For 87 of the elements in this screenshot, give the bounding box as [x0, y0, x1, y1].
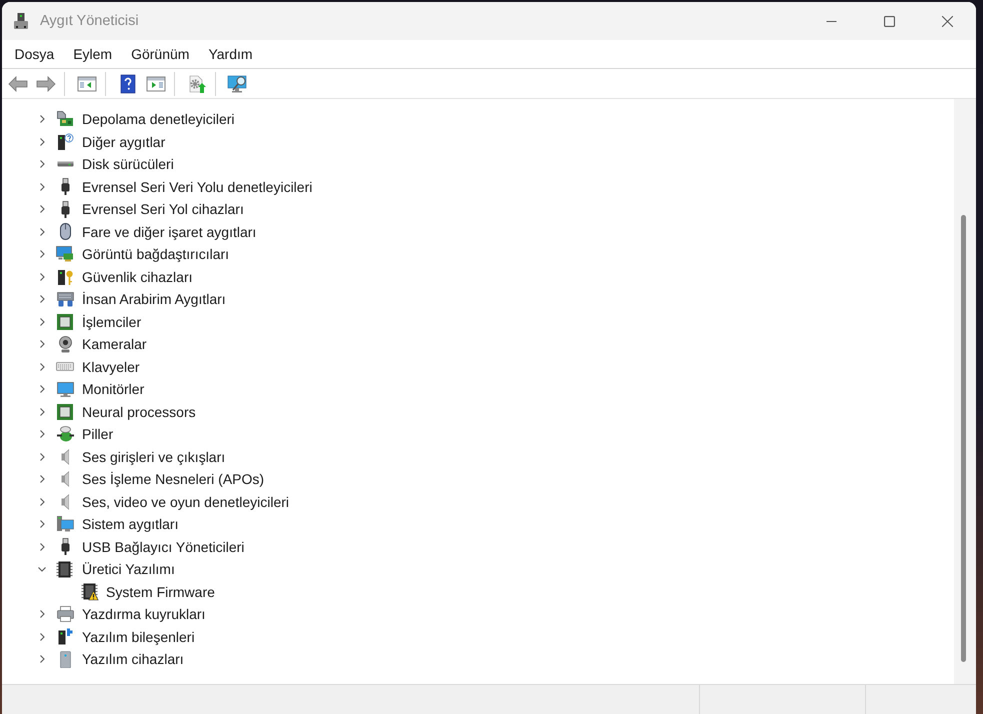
minimize-icon — [826, 20, 836, 22]
speaker-icon — [60, 448, 70, 465]
window-title: Aygıt Yöneticisi — [40, 13, 139, 29]
chevron-right-icon[interactable] — [37, 226, 47, 237]
help-icon — [118, 74, 138, 94]
close-icon — [942, 16, 952, 26]
chevron-right-icon[interactable] — [37, 136, 47, 147]
tree-item[interactable]: Kameralar — [82, 335, 147, 354]
speaker-icon — [60, 471, 70, 488]
tree-item[interactable]: Diğer aygıtlar — [82, 132, 166, 151]
tree-item[interactable]: Üretici Yazılımı — [82, 560, 175, 578]
printer-icon — [56, 606, 74, 622]
input-device-icon — [56, 292, 74, 307]
storage-board-icon — [56, 110, 74, 128]
menu-item[interactable]: Görünüm — [122, 43, 199, 65]
speaker-icon — [60, 494, 70, 510]
chevron-right-icon[interactable] — [37, 114, 47, 124]
tree-item[interactable]: İşlemciler — [82, 312, 142, 331]
tree-item[interactable]: Yazdırma kuyrukları — [82, 605, 206, 624]
mouse-icon — [60, 223, 70, 240]
monitor-magnifier-icon — [227, 74, 249, 94]
chevron-right-icon[interactable] — [37, 294, 47, 304]
chevron-right-icon[interactable] — [37, 632, 47, 642]
gear-arrow-icon — [187, 74, 207, 94]
chevron-right-icon[interactable] — [37, 204, 47, 214]
keyboard-icon — [56, 362, 74, 372]
usb-plug-icon — [60, 200, 70, 218]
chevron-right-icon[interactable] — [37, 429, 47, 440]
chevron-right-icon[interactable] — [37, 609, 47, 620]
key-device-icon — [56, 268, 74, 286]
question-device-icon — [56, 132, 74, 151]
tree-item[interactable]: Ses İşleme Nesneleri (APOs) — [82, 470, 264, 488]
tree-item[interactable]: Evrensel Seri Veri Yolu denetleyicileri — [82, 178, 312, 196]
device-box-icon — [60, 650, 70, 668]
tree-item[interactable]: Depolama denetleyicileri — [82, 110, 235, 128]
tree-item[interactable]: Yazılım bileşenleri — [82, 628, 195, 646]
tree-item[interactable]: Sistem aygıtları — [82, 515, 178, 534]
chevron-right-icon[interactable] — [37, 519, 47, 530]
chevron-right-icon[interactable] — [37, 272, 47, 282]
chevron-right-icon[interactable] — [37, 496, 47, 507]
maximize-icon — [884, 16, 894, 26]
device-item[interactable]: System Firmware — [106, 582, 215, 601]
chevron-right-icon[interactable] — [37, 474, 47, 484]
chevron-right-icon[interactable] — [37, 182, 47, 192]
tree-item[interactable]: Neural processors — [82, 402, 196, 421]
chevron-right-icon[interactable] — [37, 542, 47, 552]
tree-item[interactable]: Fare ve diğer işaret aygıtları — [82, 222, 256, 241]
chevron-down-icon[interactable] — [37, 564, 47, 574]
tree-item[interactable]: Ses, video ve oyun denetleyicileri — [82, 492, 290, 511]
tree-item[interactable]: Klavyeler — [82, 358, 140, 376]
chevron-right-icon[interactable] — [37, 406, 47, 417]
puzzle-device-icon — [58, 628, 72, 646]
tree-item[interactable]: Evrensel Seri Yol cihazları — [82, 200, 244, 218]
monitor-icon — [56, 382, 74, 397]
usb-plug-icon — [60, 178, 70, 196]
scrollbar-thumb[interactable] — [961, 215, 966, 662]
disk-drive-icon — [56, 161, 74, 168]
scrollbar[interactable] — [954, 99, 976, 684]
menu-item[interactable]: Yardım — [198, 43, 262, 65]
webcam-icon — [58, 336, 72, 353]
chevron-right-icon[interactable] — [37, 339, 47, 350]
chevron-right-icon[interactable] — [37, 316, 47, 327]
chevron-right-icon[interactable] — [37, 362, 47, 372]
chevron-right-icon[interactable] — [37, 654, 47, 664]
chip-icon — [56, 402, 74, 421]
tree-item[interactable]: Görüntü bağdaştırıcıları — [82, 245, 230, 264]
tree-item[interactable]: USB Bağlayıcı Yöneticileri — [82, 538, 244, 556]
tree-item[interactable]: Monitörler — [82, 380, 144, 398]
usb-plug-icon — [60, 538, 70, 556]
tree-item[interactable]: Piller — [82, 425, 114, 444]
menu-item[interactable]: Dosya — [5, 43, 64, 65]
chevron-right-icon[interactable] — [37, 249, 47, 260]
computer-icon — [56, 515, 74, 534]
menu-item[interactable]: Eylem — [64, 43, 122, 65]
chevron-right-icon[interactable] — [37, 384, 47, 394]
tree-item[interactable]: Yazılım cihazları — [82, 650, 184, 668]
tree-item[interactable]: İnsan Arabirim Aygıtları — [82, 290, 226, 308]
chip-icon — [56, 312, 74, 331]
tree-item[interactable]: Güvenlik cihazları — [82, 268, 192, 286]
tree-item[interactable]: Ses girişleri ve çıkışları — [82, 448, 226, 466]
monitor-card-icon — [56, 246, 74, 262]
tree-item[interactable]: Disk sürücüleri — [82, 155, 174, 174]
battery-plug-icon — [56, 426, 74, 442]
device-icon — [13, 12, 29, 30]
firmware-chip-icon — [56, 560, 74, 578]
chevron-right-icon[interactable] — [37, 159, 47, 170]
chevron-right-icon[interactable] — [37, 452, 47, 462]
